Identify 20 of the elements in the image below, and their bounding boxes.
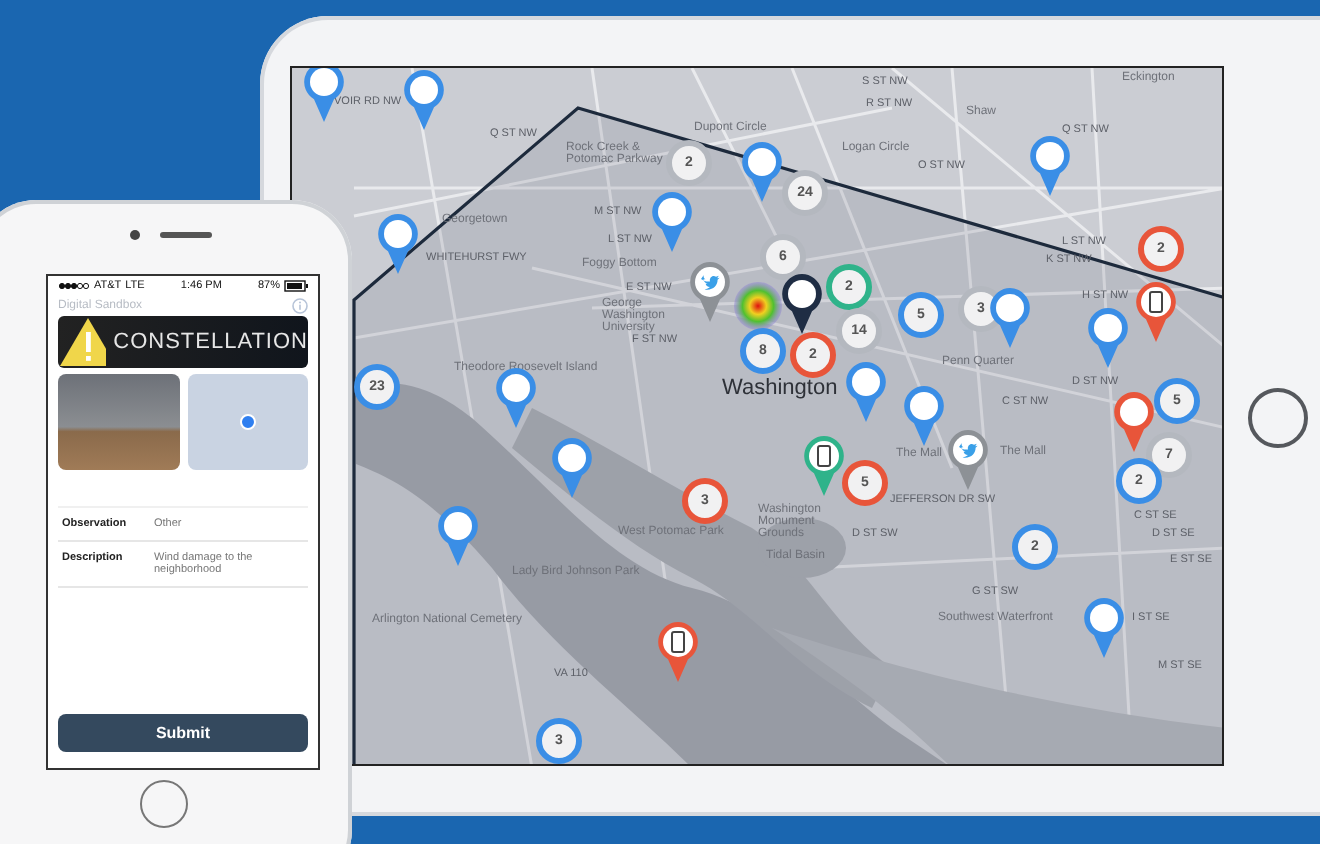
- twitter-pin[interactable]: [690, 262, 730, 322]
- home-button[interactable]: [1248, 388, 1308, 448]
- phone-pin[interactable]: [658, 622, 698, 682]
- location-dot: [240, 414, 257, 430]
- heatmap-spot: [734, 282, 782, 330]
- camera-icon: [130, 230, 140, 240]
- banner-title: CONSTELLATION: [113, 330, 308, 354]
- speaker-icon: [160, 232, 212, 238]
- battery-icon: [284, 280, 308, 292]
- submit-button[interactable]: Submit: [58, 714, 308, 752]
- phone-pin[interactable]: [804, 436, 844, 496]
- twitter-pin[interactable]: [948, 430, 988, 490]
- info-icon[interactable]: [292, 298, 308, 314]
- signal-icon: [58, 282, 90, 290]
- map-pin[interactable]: [378, 214, 418, 274]
- warning-icon: [58, 316, 106, 368]
- phone-pin[interactable]: [1136, 282, 1176, 342]
- home-button[interactable]: [140, 780, 188, 828]
- place-label: Washington: [722, 378, 838, 400]
- map-pin[interactable]: [782, 274, 822, 334]
